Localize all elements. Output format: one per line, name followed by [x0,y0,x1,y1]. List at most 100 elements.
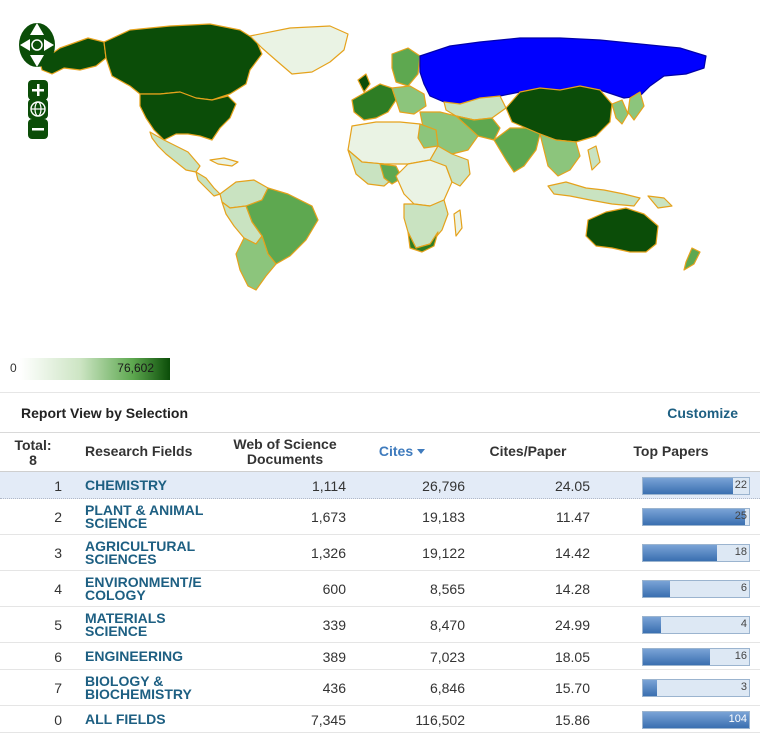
research-field-link[interactable]: CHEMISTRY [85,477,220,493]
documents-header[interactable]: Web of Science Documents [225,437,345,467]
cites-per-paper-value: 24.99 [554,617,590,633]
region-europe-west [351,83,397,121]
field-name-line2: SCIENCES [85,551,157,567]
cites-value: 8,565 [429,581,465,597]
total-count: 8 [29,452,37,468]
field-name-line1: ENGINEERING [85,648,184,664]
top-papers-count: 104 [728,713,747,725]
field-name-line2: SCIENCE [85,623,148,639]
world-map-panel[interactable] [0,0,760,352]
region-indonesia [547,181,641,207]
region-canada [103,23,263,101]
region-philippines [587,145,601,171]
top-papers-bar[interactable]: 18 [642,544,750,562]
row-rank: 2 [54,509,62,525]
table-header-row: Total: 8 Research Fields Web of Science … [0,432,760,472]
region-central-africa [395,159,453,207]
row-rank: 0 [54,712,62,728]
research-field-link[interactable]: ENGINEERING [85,648,220,664]
top-papers-bar-fill [643,581,670,597]
research-fields-header[interactable]: Research Fields [85,444,192,459]
top-papers-bar-fill [643,680,657,696]
cites-per-paper-value: 14.42 [554,545,590,561]
top-papers-bar-fill [643,478,734,494]
top-papers-bar-fill [643,649,710,665]
table-row[interactable]: 4 ENVIRONMENT/E COLOGY 600 8,565 14.28 6 [0,571,760,607]
cites-header-label: Cites [378,443,414,459]
customize-link[interactable]: Customize [667,405,738,421]
documents-header-line1: Web of Science [233,436,337,452]
top-papers-bar[interactable]: 25 [642,508,750,526]
table-row[interactable]: 1 CHEMISTRY 1,114 26,796 24.05 22 [0,472,760,499]
research-field-link[interactable]: ENVIRONMENT/E COLOGY [85,575,220,603]
cites-per-paper-header[interactable]: Cites/Paper [480,444,576,459]
table-row[interactable]: 6 ENGINEERING 389 7,023 18.05 16 [0,643,760,670]
row-rank: 6 [54,649,62,665]
research-field-link[interactable]: PLANT & ANIMAL SCIENCE [85,503,220,531]
documents-value: 436 [322,680,346,696]
row-rank: 7 [54,680,62,696]
cites-header-sorted[interactable]: Cites [372,444,432,459]
row-rank: 4 [54,581,62,597]
color-scale-legend: 0 76,602 [0,358,180,382]
top-papers-count: 16 [734,650,747,662]
research-field-link[interactable]: MATERIALS SCIENCE [85,611,220,639]
world-choropleth-map[interactable] [0,0,760,352]
table-row[interactable]: 5 MATERIALS SCIENCE 339 8,470 24.99 4 [0,607,760,643]
field-name-line2: BIOCHEMISTRY [85,686,192,702]
research-field-link[interactable]: BIOLOGY & BIOCHEMISTRY [85,674,220,702]
top-papers-header[interactable]: Top Papers [626,444,716,459]
top-papers-bar[interactable]: 16 [642,648,750,666]
top-papers-count: 22 [734,479,747,491]
pan-arrows-icon[interactable] [16,17,58,73]
documents-header-line2: Documents [246,451,324,467]
table-row[interactable]: 3 AGRICULTURAL SCIENCES 1,326 19,122 14.42 18 [0,535,760,571]
top-papers-bar[interactable]: 22 [642,477,750,495]
cites-value: 26,796 [422,478,465,494]
top-papers-count: 6 [740,582,747,594]
cites-value: 7,023 [429,649,465,665]
top-papers-bar-fill [643,545,718,561]
legend-min-value: 0 [10,361,17,375]
field-name-line1: ALL FIELDS [85,711,166,727]
region-mexico [149,131,201,173]
documents-value: 389 [322,649,346,665]
table-row[interactable]: 0 ALL FIELDS 7,345 116,502 15.86 104 [0,706,760,733]
cites-per-paper-value: 15.70 [554,680,590,696]
region-madagascar [453,209,463,237]
cites-value: 6,846 [429,680,465,696]
cites-value: 116,502 [415,712,465,728]
row-rank: 3 [54,545,62,561]
research-field-link[interactable]: AGRICULTURAL SCIENCES [85,539,220,567]
globe-icon[interactable] [27,98,49,120]
table-row[interactable]: 2 PLANT & ANIMAL SCIENCE 1,673 19,183 11.47 25 [0,499,760,535]
field-name-line1: CHEMISTRY [85,477,167,493]
region-india [493,127,541,173]
row-rank: 5 [54,617,62,633]
table-row[interactable]: 7 BIOLOGY & BIOCHEMISTRY 436 6,846 15.70 3 [0,670,760,706]
total-label: Total: [14,437,52,453]
research-field-link[interactable]: ALL FIELDS [85,711,220,727]
cites-per-paper-value: 18.05 [554,649,590,665]
cites-per-paper-value: 11.47 [556,509,590,525]
cites-value: 8,470 [429,617,465,633]
field-name-line2: COLOGY [85,587,146,603]
report-header: Report View by Selection Customize [0,392,760,432]
top-papers-bar[interactable]: 104 [642,711,750,729]
documents-value: 1,673 [310,509,346,525]
documents-value: 7,345 [310,712,346,728]
cites-per-paper-value: 14.28 [554,581,590,597]
region-scandinavia [391,47,421,87]
top-papers-bar[interactable]: 3 [642,679,750,697]
cites-value: 19,122 [422,545,465,561]
minus-icon[interactable] [27,118,49,140]
research-fields-table: Total: 8 Research Fields Web of Science … [0,432,760,733]
top-papers-bar[interactable]: 6 [642,580,750,598]
region-greenland [249,25,349,75]
cites-per-paper-value: 24.05 [554,478,590,494]
field-name-line2: SCIENCE [85,515,148,531]
region-png [647,195,673,209]
cites-value: 19,183 [422,509,465,525]
top-papers-bar[interactable]: 4 [642,616,750,634]
region-caribbean [209,157,239,167]
